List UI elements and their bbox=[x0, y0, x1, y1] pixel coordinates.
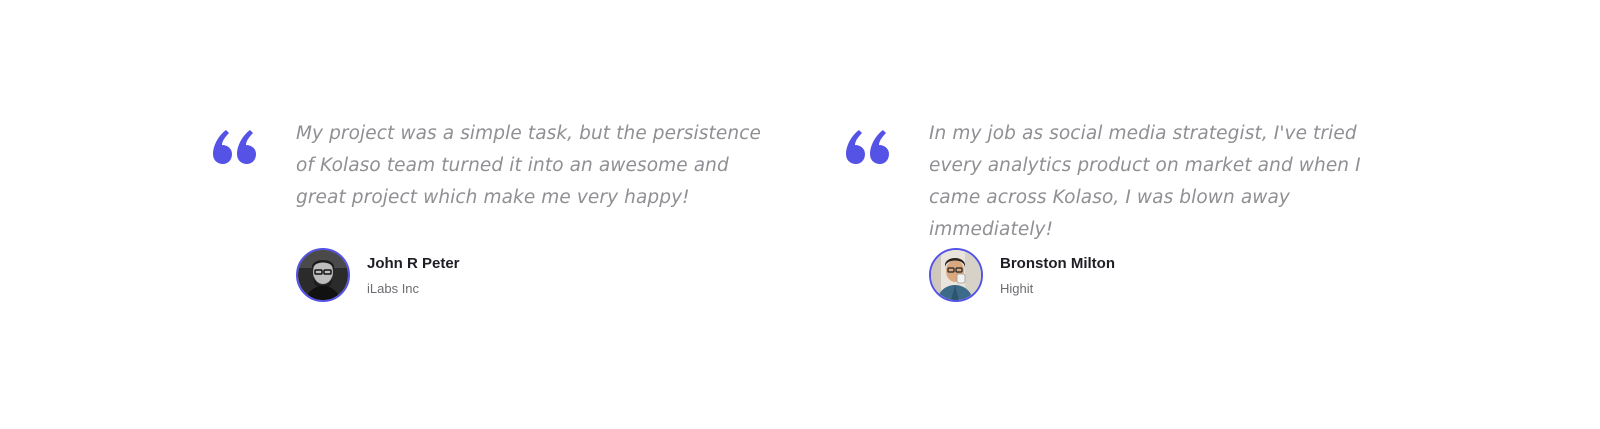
quote-icon bbox=[846, 130, 890, 164]
testimonial-author: Bronston Milton Highit bbox=[929, 248, 1329, 302]
avatar bbox=[929, 248, 983, 302]
testimonials-section: My project was a simple task, but the pe… bbox=[0, 0, 1600, 429]
testimonial-card: In my job as social media strategist, I'… bbox=[846, 118, 1406, 308]
testimonial-card: My project was a simple task, but the pe… bbox=[213, 118, 773, 308]
testimonial-author: John R Peter iLabs Inc bbox=[296, 248, 696, 302]
testimonial-quote: In my job as social media strategist, I'… bbox=[929, 123, 1361, 240]
author-name: John R Peter bbox=[367, 255, 460, 272]
testimonial-quote: My project was a simple task, but the pe… bbox=[296, 123, 761, 208]
quote-icon bbox=[213, 130, 257, 164]
author-company: Highit bbox=[1000, 281, 1034, 296]
avatar bbox=[296, 248, 350, 302]
author-name: Bronston Milton bbox=[1000, 255, 1115, 272]
author-company: iLabs Inc bbox=[367, 281, 420, 296]
